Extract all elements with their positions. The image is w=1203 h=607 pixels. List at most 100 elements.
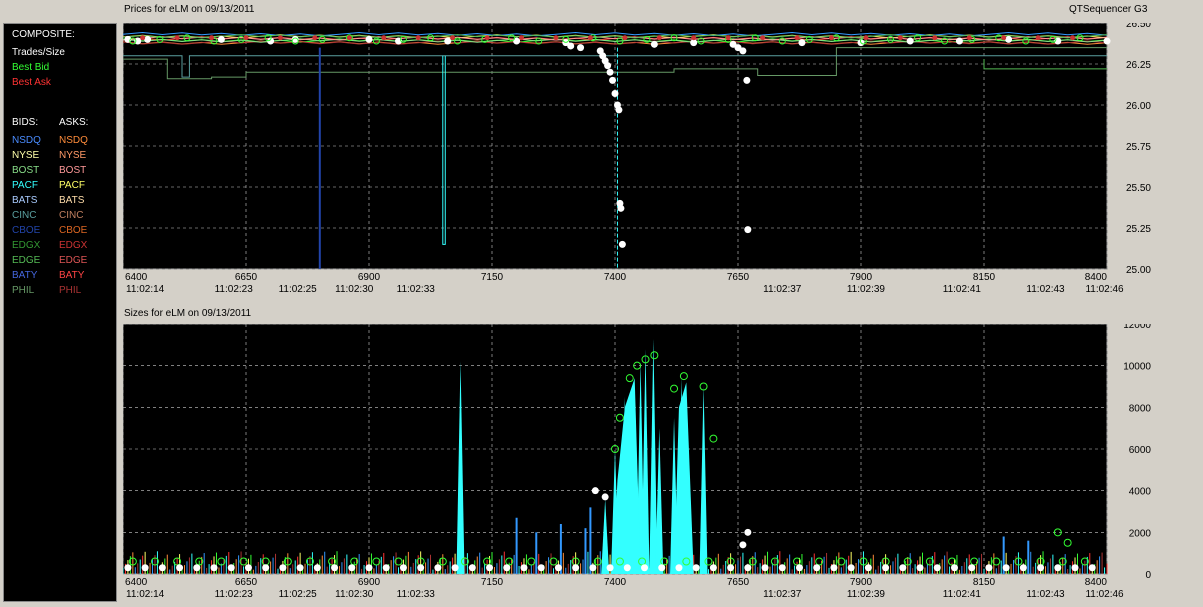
trade-size-point bbox=[503, 564, 511, 572]
ask-marker bbox=[622, 35, 628, 41]
y-tick-label: 26.25 bbox=[1126, 60, 1151, 71]
y-tick-label: 25.75 bbox=[1126, 142, 1151, 153]
trade-size-point bbox=[933, 564, 941, 572]
legend-ask-phil: PHIL bbox=[59, 285, 82, 296]
trade-point bbox=[567, 42, 575, 50]
time-label: 11:02:33 bbox=[397, 589, 436, 600]
y-tick-label: 4000 bbox=[1129, 487, 1152, 498]
x-tick-label: 8400 bbox=[1085, 272, 1108, 283]
trade-size-point bbox=[158, 564, 166, 572]
trade-size-point bbox=[520, 564, 528, 572]
legend-bid-bost: BOST bbox=[12, 165, 40, 176]
trade-size-point bbox=[1071, 564, 1079, 572]
trade-size-point bbox=[589, 564, 597, 572]
time-label: 11:02:41 bbox=[943, 589, 982, 600]
time-label: 11:02:33 bbox=[397, 284, 436, 295]
ask-marker bbox=[312, 35, 318, 41]
trade-size-point bbox=[1088, 564, 1096, 572]
time-label: 11:02:43 bbox=[1026, 589, 1065, 600]
y-tick-label: 25.00 bbox=[1126, 265, 1151, 276]
trade-size-point bbox=[1037, 564, 1045, 572]
price-chart-svg: 25.00 25.25 25.50 25.75 26.00 26.25 26.50 6400 6… bbox=[122, 19, 1151, 295]
trade-point bbox=[650, 40, 658, 48]
ask-marker bbox=[760, 35, 766, 41]
legend-bid-pacf: PACF bbox=[12, 180, 38, 191]
trade-size-point bbox=[778, 564, 786, 572]
trade-size-point bbox=[244, 564, 252, 572]
time-label: 11:02:14 bbox=[126, 589, 165, 600]
legend-bid-phil: PHIL bbox=[12, 285, 35, 296]
y-tick-label: 26.50 bbox=[1126, 23, 1151, 30]
trade-point bbox=[1005, 35, 1013, 43]
time-label: 11:02:30 bbox=[335, 284, 374, 295]
time-label: 11:02:39 bbox=[847, 284, 886, 295]
trade-size-point bbox=[761, 564, 769, 572]
trade-size-point bbox=[227, 564, 235, 572]
trade-size-point bbox=[141, 564, 149, 572]
ask-marker bbox=[519, 35, 525, 41]
trade-size-point bbox=[124, 564, 132, 572]
time-label: 11:02:46 bbox=[1085, 284, 1124, 295]
trade-point bbox=[739, 47, 747, 55]
trade-size-point bbox=[537, 564, 545, 572]
trade-size-point bbox=[313, 564, 321, 572]
trade-size-point bbox=[417, 564, 425, 572]
ask-marker bbox=[415, 35, 421, 41]
trade-point bbox=[577, 44, 585, 52]
time-label: 11:02:25 bbox=[279, 589, 318, 600]
trade-point bbox=[955, 37, 963, 45]
x-tick-label: 8150 bbox=[973, 577, 996, 588]
trade-size-point bbox=[348, 564, 356, 572]
trade-point bbox=[365, 35, 373, 43]
y-tick-label: 6000 bbox=[1129, 445, 1152, 456]
time-label: 11:02:46 bbox=[1085, 589, 1124, 600]
trade-size-point bbox=[451, 564, 459, 572]
trade-size-point bbox=[176, 564, 184, 572]
trade-point bbox=[744, 226, 752, 234]
trade-size-point bbox=[606, 564, 614, 572]
ask-marker bbox=[381, 35, 387, 41]
legend-bid-bats: BATS bbox=[12, 195, 38, 206]
legend-ask-bost: BOST bbox=[59, 165, 87, 176]
y-tick-label: 25.25 bbox=[1126, 224, 1151, 235]
x-tick-label: 7900 bbox=[850, 272, 873, 283]
time-label: 11:02:37 bbox=[763, 284, 802, 295]
ask-marker bbox=[243, 35, 249, 41]
trade-size-point bbox=[985, 564, 993, 572]
time-label: 11:02:37 bbox=[763, 589, 802, 600]
trade-point bbox=[617, 204, 625, 212]
trade-size-point bbox=[882, 564, 890, 572]
size-chart-title: Sizes for eLM on 09/13/2011 bbox=[124, 308, 252, 319]
ask-marker bbox=[966, 35, 972, 41]
legend-ask-edge: EDGE bbox=[59, 255, 88, 266]
ask-marker bbox=[174, 35, 180, 41]
x-tick-label: 6900 bbox=[358, 272, 381, 283]
y-tick-label: 0 bbox=[1145, 570, 1151, 581]
legend-bid-nsdq: NSDQ bbox=[12, 135, 41, 146]
ask-marker bbox=[484, 35, 490, 41]
size-chart: 0 2000 4000 6000 8000 10000 12000 6400 6650 6900 7… bbox=[122, 320, 1155, 604]
legend-panel: COMPOSITE: Trades/Size Best Bid Best Ask… bbox=[3, 23, 117, 602]
legend-bid-nyse: NYSE bbox=[12, 150, 40, 161]
trade-size-point bbox=[1002, 564, 1010, 572]
x-tick-label: 6900 bbox=[358, 577, 381, 588]
size-chart-svg: 0 2000 4000 6000 8000 10000 12000 6400 6650 6900 7… bbox=[122, 320, 1152, 600]
x-tick-label: 7400 bbox=[604, 272, 627, 283]
ask-marker bbox=[346, 35, 352, 41]
trade-point bbox=[906, 37, 914, 45]
ask-marker bbox=[794, 35, 800, 41]
trade-size-point bbox=[262, 564, 270, 572]
ask-marker bbox=[450, 35, 456, 41]
ask-marker bbox=[1035, 35, 1041, 41]
ask-marker bbox=[587, 35, 593, 41]
legend-ask-cboe: CBOE bbox=[59, 225, 88, 236]
legend-asks-header: ASKS: bbox=[59, 117, 89, 128]
trade-size-point bbox=[468, 564, 476, 572]
ask-marker bbox=[863, 35, 869, 41]
trade-size-point bbox=[382, 564, 390, 572]
y-tick-label: 2000 bbox=[1129, 528, 1152, 539]
time-label: 11:02:39 bbox=[847, 589, 886, 600]
y-tick-label: 25.50 bbox=[1126, 183, 1151, 194]
legend-ask-bats: BATS bbox=[59, 195, 85, 206]
trade-size-point bbox=[968, 564, 976, 572]
